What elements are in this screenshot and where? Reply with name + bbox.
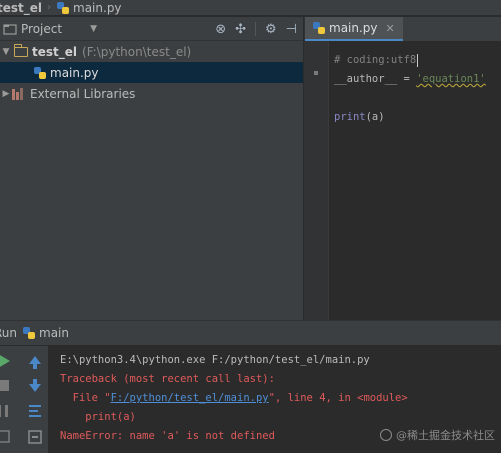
run-panel: Run main E:\python3.4\python.exe F:/pyth… xyxy=(0,320,501,453)
run-toolbar xyxy=(0,346,48,453)
editor-pane: main.py ✕ # coding:utf8 __author__ = 'eq… xyxy=(304,17,501,320)
text-cursor xyxy=(417,53,419,67)
console-command-line: E:\python3.4\python.exe F:/python/test_e… xyxy=(60,354,370,366)
console-traceback-header: Traceback (most recent call last): xyxy=(60,373,275,385)
project-panel: Project ▼ ⊗ ✣ ⚙ ⊣ ▼ test_el (F:\python\t… xyxy=(0,17,303,320)
breadcrumb-file-label: main.py xyxy=(73,0,122,15)
run-config-name[interactable]: main xyxy=(39,326,69,340)
watermark: @稀土掘金技术社区 xyxy=(380,427,495,443)
editor-gutter xyxy=(305,41,329,320)
tree-item-label: External Libraries xyxy=(30,86,136,101)
rerun-icon[interactable] xyxy=(0,354,12,368)
project-toolbar: ⊗ ✣ ⚙ ⊣ xyxy=(215,17,297,41)
tree-item-label: test_el xyxy=(32,44,78,59)
chevron-down-icon[interactable]: ▼ xyxy=(0,47,12,57)
python-file-icon xyxy=(313,22,325,34)
pause-icon[interactable] xyxy=(0,404,12,418)
folder-icon xyxy=(13,43,28,57)
chevron-down-icon[interactable]: ▼ xyxy=(90,24,97,34)
hide-panel-icon[interactable]: ⊣ xyxy=(286,23,297,36)
run-panel-title: Run xyxy=(0,326,18,340)
console-error-message: NameError: name 'a' is not defined xyxy=(60,430,275,442)
breadcrumb-project[interactable]: test_el xyxy=(0,1,42,15)
editor-tabs: main.py ✕ xyxy=(305,17,501,41)
collapse-all-icon[interactable]: ✣ xyxy=(235,23,246,36)
arrow-down-icon[interactable] xyxy=(28,379,42,393)
chevron-right-icon[interactable]: ▶ xyxy=(0,89,12,99)
scroll-from-source-icon[interactable]: ⊗ xyxy=(215,23,226,36)
project-view-icon xyxy=(3,23,17,35)
console-file-link[interactable]: F:/python/test_el/main.py xyxy=(111,392,269,404)
console-file-prefix: File " xyxy=(60,392,111,404)
code-args: (a) xyxy=(365,111,385,123)
code-string: 'equation1' xyxy=(416,73,486,85)
tree-item-path: (F:\python\test_el) xyxy=(82,44,192,59)
python-file-icon xyxy=(23,327,36,339)
toolbar-divider xyxy=(255,22,257,36)
restore-layout-icon[interactable] xyxy=(0,430,12,444)
python-file-icon xyxy=(34,66,46,79)
tree-item-external-libraries[interactable]: ▶ External Libraries xyxy=(0,83,303,104)
code-variable: __author__ xyxy=(334,73,398,85)
chevron-right-icon: › xyxy=(47,2,52,13)
code-line-comment: # coding:utf8 xyxy=(334,54,417,66)
tab-label: main.py xyxy=(329,21,378,35)
tree-item-main-py[interactable]: main.py xyxy=(0,62,303,83)
console-output[interactable]: E:\python3.4\python.exe F:/python/test_e… xyxy=(60,351,408,446)
gear-icon[interactable]: ⚙ xyxy=(265,23,277,36)
breakpoint-marker-icon[interactable] xyxy=(314,71,318,75)
console-code-line: print(a) xyxy=(60,411,136,423)
project-panel-header: Project ▼ ⊗ ✣ ⚙ ⊣ xyxy=(0,17,303,41)
python-file-icon xyxy=(57,1,70,14)
close-icon[interactable]: ✕ xyxy=(386,22,395,35)
tree-item-project-root[interactable]: ▼ test_el (F:\python\test_el) xyxy=(0,41,303,62)
soft-wrap-icon[interactable] xyxy=(28,404,42,418)
breadcrumb-file[interactable]: main.py xyxy=(57,1,122,15)
code-builtin: print xyxy=(334,111,366,123)
code-text[interactable]: # coding:utf8 __author__ = 'equation1' p… xyxy=(334,51,486,127)
stop-icon[interactable] xyxy=(0,379,12,393)
run-panel-header: Run main xyxy=(0,321,501,345)
console-file-suffix: ", line 4, in <module> xyxy=(268,392,408,404)
navigation-bar: test_el › main.py xyxy=(0,0,501,16)
tree-item-label: main.py xyxy=(50,65,99,80)
watermark-text: @稀土掘金技术社区 xyxy=(396,429,495,442)
project-view-selector[interactable]: Project xyxy=(21,22,62,36)
code-editor[interactable]: # coding:utf8 __author__ = 'equation1' p… xyxy=(305,41,501,320)
watermark-logo-icon xyxy=(380,429,392,441)
library-icon xyxy=(12,87,26,100)
scroll-to-end-icon[interactable] xyxy=(28,430,42,444)
arrow-up-icon[interactable] xyxy=(28,355,42,369)
code-operator: = xyxy=(397,73,417,85)
tab-main-py[interactable]: main.py ✕ xyxy=(305,17,403,41)
